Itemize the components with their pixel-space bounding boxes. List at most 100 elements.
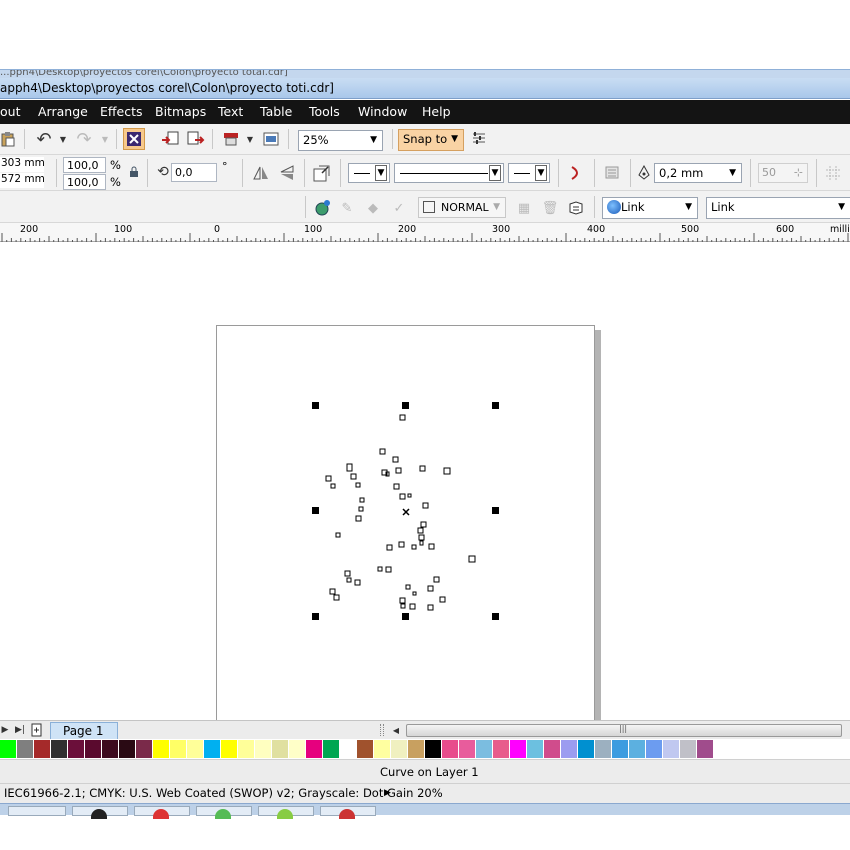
snap-to-dropdown[interactable]: Snap to ▼	[398, 129, 464, 151]
taskbar-button[interactable]	[320, 806, 376, 819]
zoom-level-dropdown[interactable]: 25% ▼	[298, 130, 383, 151]
object-height-field[interactable]: 572 mm	[0, 173, 44, 188]
undo-dropdown-icon[interactable]: ▼	[58, 132, 68, 146]
color-swatch[interactable]	[170, 740, 187, 758]
menu-effects[interactable]: Effects	[100, 100, 143, 124]
color-swatch[interactable]	[612, 740, 629, 758]
color-swatch[interactable]	[561, 740, 578, 758]
next-page-icon[interactable]: ▶	[0, 722, 10, 738]
lock-ratio-icon[interactable]	[128, 165, 140, 179]
menu-text[interactable]: Text	[218, 100, 243, 124]
trash-icon[interactable]: 🗑	[541, 199, 559, 217]
rotation-angle-field[interactable]: 0,0	[171, 163, 217, 182]
expand-arrow-icon[interactable]: ▶	[384, 784, 391, 802]
menu-table[interactable]: Table	[260, 100, 292, 124]
last-page-icon[interactable]: ▶|	[14, 722, 26, 738]
color-swatch[interactable]	[510, 740, 527, 758]
color-swatch[interactable]	[680, 740, 697, 758]
export-icon[interactable]	[160, 130, 180, 148]
menu-help[interactable]: Help	[422, 100, 451, 124]
color-swatch[interactable]	[204, 740, 221, 758]
color-swatch[interactable]	[544, 740, 561, 758]
color-swatch[interactable]	[85, 740, 102, 758]
color-swatch[interactable]	[51, 740, 68, 758]
outline-pen-icon[interactable]	[636, 164, 652, 182]
color-swatch[interactable]	[0, 740, 17, 758]
add-page-icon[interactable]	[30, 722, 44, 738]
application-launcher-icon[interactable]	[222, 130, 240, 148]
close-curve-icon[interactable]	[567, 164, 585, 182]
menu-arrange[interactable]: Arrange	[38, 100, 88, 124]
grid-options-icon[interactable]	[824, 164, 842, 182]
taskbar-button[interactable]	[258, 806, 314, 819]
properties-icon[interactable]	[567, 199, 585, 217]
page-tab-page-1[interactable]: Page 1	[50, 722, 118, 739]
redo-icon[interactable]: ↷	[74, 129, 94, 150]
end-arrowhead-dropdown[interactable]: ▼	[508, 163, 550, 183]
color-swatch[interactable]	[17, 740, 34, 758]
paste-icon[interactable]	[0, 130, 16, 148]
menu-tools[interactable]: Tools	[309, 100, 340, 124]
color-picker-icon[interactable]: ✎	[338, 199, 356, 217]
import-icon[interactable]	[123, 128, 145, 150]
color-swatch[interactable]	[153, 740, 170, 758]
scale-y-field[interactable]: 100,0	[63, 174, 106, 190]
color-profile-text[interactable]: IEC61966-2.1; CMYK: U.S. Web Coated (SWO…	[4, 784, 443, 802]
color-swatch[interactable]	[408, 740, 425, 758]
color-swatch[interactable]	[272, 740, 289, 758]
undo-icon[interactable]: ↶	[34, 129, 54, 150]
taskbar-button[interactable]	[72, 806, 128, 819]
outline-width-dropdown[interactable]: 0,2 mm ▼	[654, 163, 742, 183]
menu-bitmaps[interactable]: Bitmaps	[155, 100, 206, 124]
mirror-horizontal-icon[interactable]	[252, 164, 270, 182]
color-swatch[interactable]	[527, 740, 544, 758]
wrap-text-icon[interactable]	[603, 164, 623, 182]
color-swatch[interactable]	[476, 740, 493, 758]
scroll-left-icon[interactable]: ◀	[390, 722, 402, 738]
convert-to-curves-icon[interactable]	[312, 163, 332, 183]
horizontal-scrollbar-thumb[interactable]: |||	[406, 724, 842, 737]
color-swatch[interactable]	[306, 740, 323, 758]
color-swatch[interactable]	[663, 740, 680, 758]
taskbar-button[interactable]	[134, 806, 190, 819]
blend-mode-dropdown[interactable]: NORMAL ▼	[418, 197, 506, 218]
color-swatch[interactable]	[391, 740, 408, 758]
welcome-screen-icon[interactable]	[262, 130, 280, 148]
link-dropdown[interactable]: Link ▼	[602, 197, 698, 219]
mirror-vertical-icon[interactable]	[278, 164, 296, 182]
line-style-dropdown[interactable]: ▼	[394, 163, 504, 183]
color-swatch[interactable]	[629, 740, 646, 758]
color-swatch[interactable]	[34, 740, 51, 758]
start-arrowhead-dropdown[interactable]: ▼	[348, 163, 390, 183]
color-swatch[interactable]	[323, 740, 340, 758]
globe-add-icon[interactable]	[313, 199, 331, 217]
color-swatch[interactable]	[340, 740, 357, 758]
scale-x-field[interactable]: 100,0	[63, 157, 106, 173]
shield-disabled-icon[interactable]: ◆	[364, 199, 382, 217]
color-swatch[interactable]	[221, 740, 238, 758]
color-swatch[interactable]	[255, 740, 272, 758]
publish-pdf-icon[interactable]	[186, 130, 206, 148]
color-swatch[interactable]	[442, 740, 459, 758]
menu-layout[interactable]: out	[0, 100, 20, 124]
selected-curve-object[interactable]	[300, 395, 510, 627]
color-swatch[interactable]	[578, 740, 595, 758]
color-swatch[interactable]	[459, 740, 476, 758]
color-swatch[interactable]	[119, 740, 136, 758]
redo-dropdown-icon[interactable]: ▼	[100, 132, 110, 146]
color-swatch[interactable]	[187, 740, 204, 758]
offset-stepper[interactable]: 50 ⊹	[758, 163, 808, 183]
color-swatch[interactable]	[374, 740, 391, 758]
taskbar-button[interactable]	[8, 806, 66, 816]
color-swatch[interactable]	[425, 740, 442, 758]
check-disabled-icon[interactable]: ✓	[390, 199, 408, 217]
color-swatch[interactable]	[136, 740, 153, 758]
options-icon[interactable]	[470, 130, 488, 148]
color-swatch[interactable]	[697, 740, 714, 758]
color-swatch[interactable]	[68, 740, 85, 758]
color-swatch[interactable]	[102, 740, 119, 758]
rotate-icon[interactable]: ⟲	[155, 164, 171, 180]
color-swatch[interactable]	[238, 740, 255, 758]
color-swatch[interactable]	[357, 740, 374, 758]
scroll-splitter[interactable]	[380, 724, 384, 736]
